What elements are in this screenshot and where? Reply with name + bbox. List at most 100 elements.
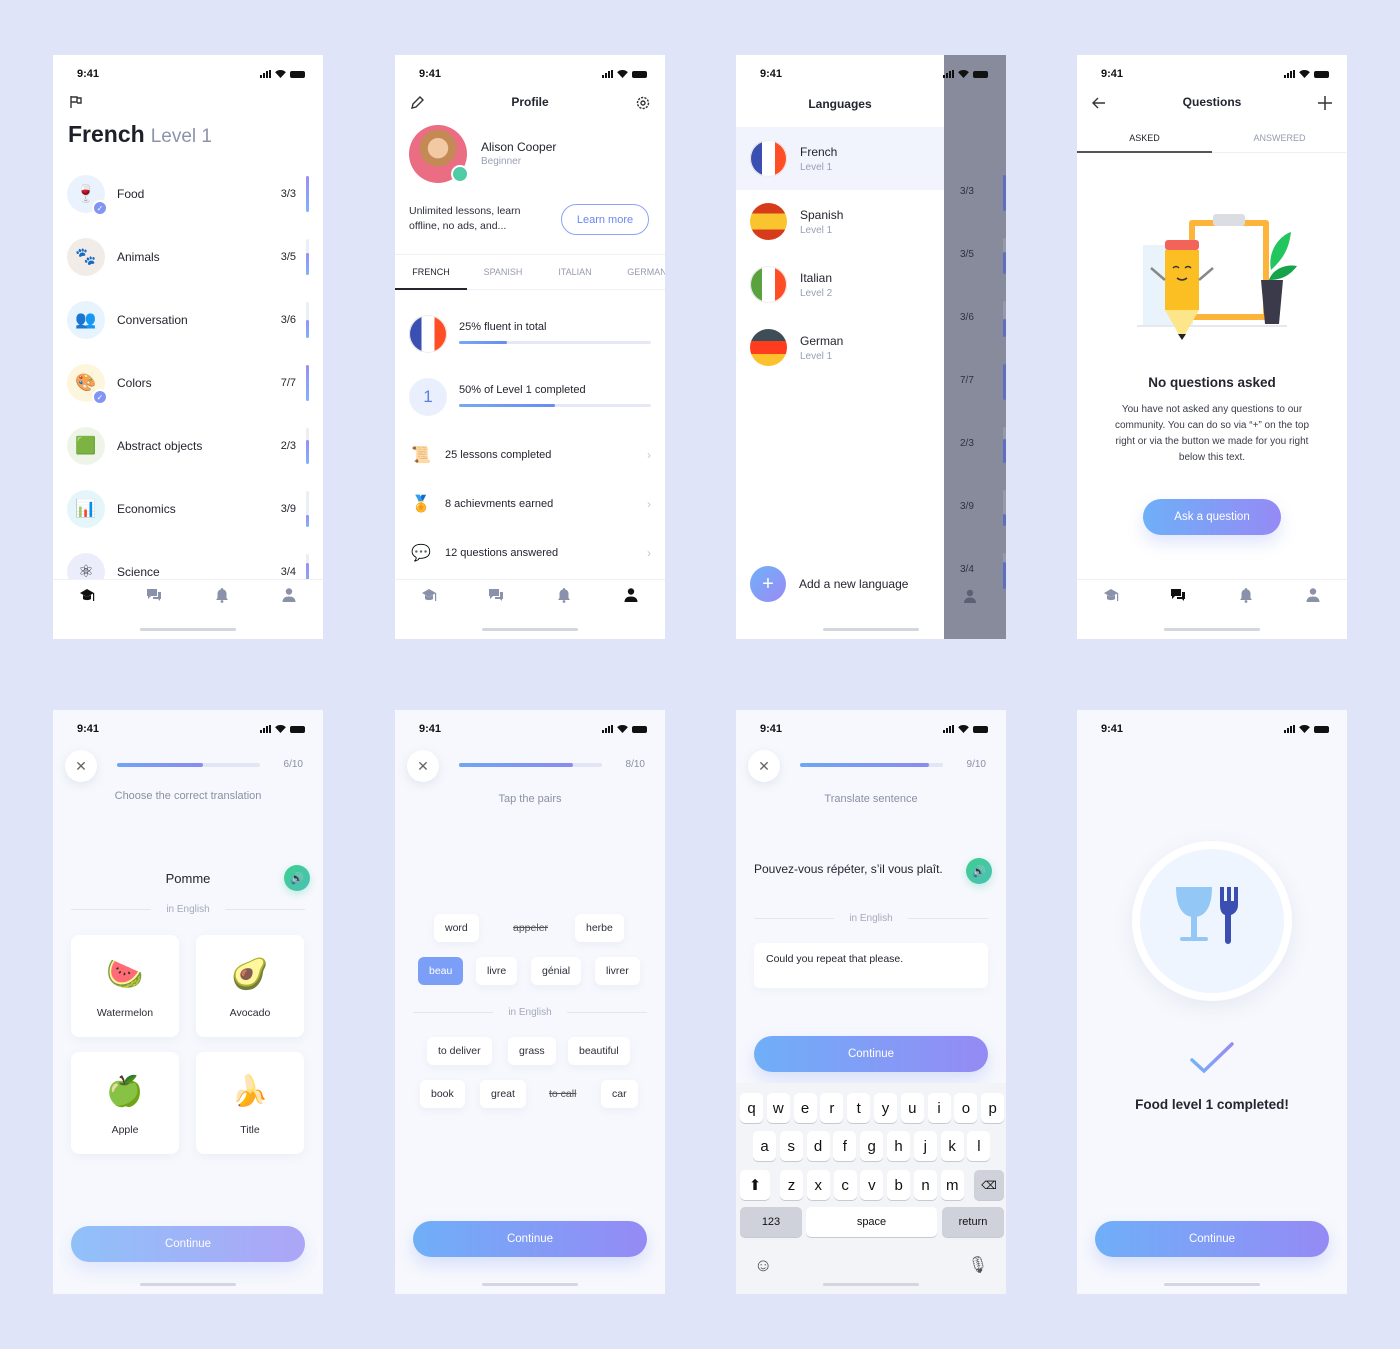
key[interactable]: g — [860, 1131, 884, 1161]
answer-option[interactable]: 🍌 Title — [196, 1052, 304, 1154]
language-row[interactable]: German Level 1 — [736, 316, 944, 379]
key[interactable]: a — [753, 1131, 776, 1161]
word-chip[interactable]: book — [420, 1080, 465, 1108]
tab-courses[interactable] — [1100, 584, 1122, 606]
tab-questions[interactable] — [1167, 584, 1189, 606]
word-chip[interactable]: car — [601, 1080, 638, 1108]
word-chip[interactable]: to call — [538, 1080, 587, 1108]
word-chip[interactable]: génial — [531, 957, 582, 985]
numbers-key[interactable]: 123 — [740, 1207, 802, 1237]
word-chip[interactable]: herbe — [575, 914, 624, 942]
answer-option[interactable]: 🍉 Watermelon — [71, 935, 179, 1037]
key[interactable]: c — [833, 1170, 857, 1200]
key[interactable]: z — [780, 1170, 803, 1200]
continue-button[interactable]: Continue — [1095, 1221, 1329, 1257]
space-key[interactable]: space — [806, 1207, 937, 1237]
ask-question-button[interactable]: Ask a question — [1143, 499, 1281, 535]
key[interactable]: y — [874, 1093, 897, 1123]
word-chip[interactable]: to deliver — [427, 1037, 492, 1065]
topic-row[interactable]: 📊 Economics 3/9 — [67, 489, 309, 529]
key[interactable]: r — [820, 1093, 844, 1123]
tab-questions[interactable] — [485, 584, 507, 606]
tab-notifications[interactable] — [553, 584, 575, 606]
add-language-button[interactable]: + Add a new language — [750, 566, 908, 602]
answer-input[interactable]: Could you repeat that please. — [754, 943, 988, 988]
tab-courses[interactable] — [76, 584, 98, 606]
tab-notifications[interactable] — [211, 584, 233, 606]
topic-row[interactable]: 🟩 Abstract objects 2/3 — [67, 426, 309, 466]
close-button[interactable]: ✕ — [748, 750, 780, 782]
tab-answered[interactable]: ANSWERED — [1212, 123, 1347, 152]
tab-profile[interactable] — [1302, 584, 1324, 606]
key[interactable]: s — [779, 1131, 803, 1161]
key[interactable]: n — [914, 1170, 937, 1200]
backspace-key[interactable]: ⌫ — [974, 1170, 1004, 1200]
learn-more-button[interactable]: Learn more — [561, 204, 649, 235]
speaker-button[interactable]: 🔊 — [966, 858, 992, 884]
key[interactable]: j — [913, 1131, 937, 1161]
word-chip[interactable]: grass — [508, 1037, 556, 1065]
key[interactable]: p — [981, 1093, 1005, 1123]
continue-button[interactable]: Continue — [413, 1221, 647, 1257]
key[interactable]: x — [806, 1170, 830, 1200]
word-chip[interactable]: appeler — [502, 914, 559, 942]
microphone-icon[interactable]: 🎙 — [968, 1255, 988, 1275]
key[interactable]: h — [887, 1131, 910, 1161]
key[interactable]: d — [806, 1131, 830, 1161]
key[interactable]: q — [740, 1093, 763, 1123]
key[interactable]: f — [833, 1131, 857, 1161]
profile-stat-row[interactable]: 📜 25 lessons completed › — [409, 440, 651, 470]
word-chip[interactable]: livrer — [595, 957, 640, 985]
gear-icon[interactable] — [635, 95, 651, 111]
topic-row[interactable]: 🎨 ✓ Colors 7/7 — [67, 363, 309, 405]
profile-stat-row[interactable]: 🏅 8 achievments earned › — [409, 489, 651, 519]
close-button[interactable]: ✕ — [65, 750, 97, 782]
language-row[interactable]: Spanish Level 1 — [736, 190, 944, 253]
tab-spanish[interactable]: SPANISH — [467, 255, 539, 289]
word-chip[interactable]: livre — [476, 957, 518, 985]
word-chip[interactable]: great — [480, 1080, 526, 1108]
answer-option[interactable]: 🍏 Apple — [71, 1052, 179, 1154]
tab-profile[interactable] — [620, 584, 642, 606]
word-chip[interactable]: beautiful — [568, 1037, 630, 1065]
emoji-icon[interactable]: ☺ — [754, 1255, 772, 1276]
answer-option[interactable]: 🥑 Avocado — [196, 935, 304, 1037]
close-button[interactable]: ✕ — [407, 750, 439, 782]
shift-key[interactable]: ⬆ — [740, 1170, 770, 1200]
tab-notifications[interactable] — [1235, 584, 1257, 606]
key[interactable]: t — [847, 1093, 871, 1123]
key[interactable]: i — [927, 1093, 951, 1123]
key[interactable]: l — [967, 1131, 991, 1161]
return-key[interactable]: return — [942, 1207, 1004, 1237]
flag-icon[interactable] — [69, 95, 83, 109]
tab-asked[interactable]: ASKED — [1077, 123, 1212, 153]
key[interactable]: v — [860, 1170, 884, 1200]
plus-icon[interactable] — [1317, 95, 1333, 111]
language-row[interactable]: French Level 1 — [736, 127, 944, 190]
continue-button[interactable]: Continue — [754, 1036, 988, 1072]
key[interactable]: w — [766, 1093, 790, 1123]
profile-stat-row[interactable]: 💬 12 questions answered › — [409, 538, 651, 568]
topic-row[interactable]: 🐾 Animals 3/5 — [67, 237, 309, 277]
tab-italian[interactable]: ITALIAN — [539, 255, 611, 289]
key[interactable]: b — [887, 1170, 911, 1200]
key[interactable]: o — [954, 1093, 978, 1123]
tab-german[interactable]: GERMAN — [611, 255, 665, 289]
word-chip[interactable]: word — [434, 914, 479, 942]
dimmed-overlay[interactable]: 3/3 3/5 3/6 7/7 2/3 3/9 3/4 — [944, 55, 1006, 639]
key[interactable]: e — [793, 1093, 817, 1123]
camera-icon[interactable] — [451, 165, 469, 183]
avatar[interactable] — [409, 125, 469, 183]
continue-button[interactable]: Continue — [71, 1226, 305, 1262]
key[interactable]: k — [940, 1131, 964, 1161]
tab-courses[interactable] — [418, 584, 440, 606]
speaker-button[interactable]: 🔊 — [284, 865, 310, 891]
key[interactable]: m — [940, 1170, 964, 1200]
topic-row[interactable]: 🍷 ✓ Food 3/3 — [67, 174, 309, 216]
language-row[interactable]: Italian Level 2 — [736, 253, 944, 316]
word-chip[interactable]: beau — [418, 957, 464, 985]
tab-questions[interactable] — [143, 584, 165, 606]
topic-row[interactable]: 👥 Conversation 3/6 — [67, 300, 309, 340]
tab-profile[interactable] — [278, 584, 300, 606]
tab-french[interactable]: FRENCH — [395, 255, 467, 290]
